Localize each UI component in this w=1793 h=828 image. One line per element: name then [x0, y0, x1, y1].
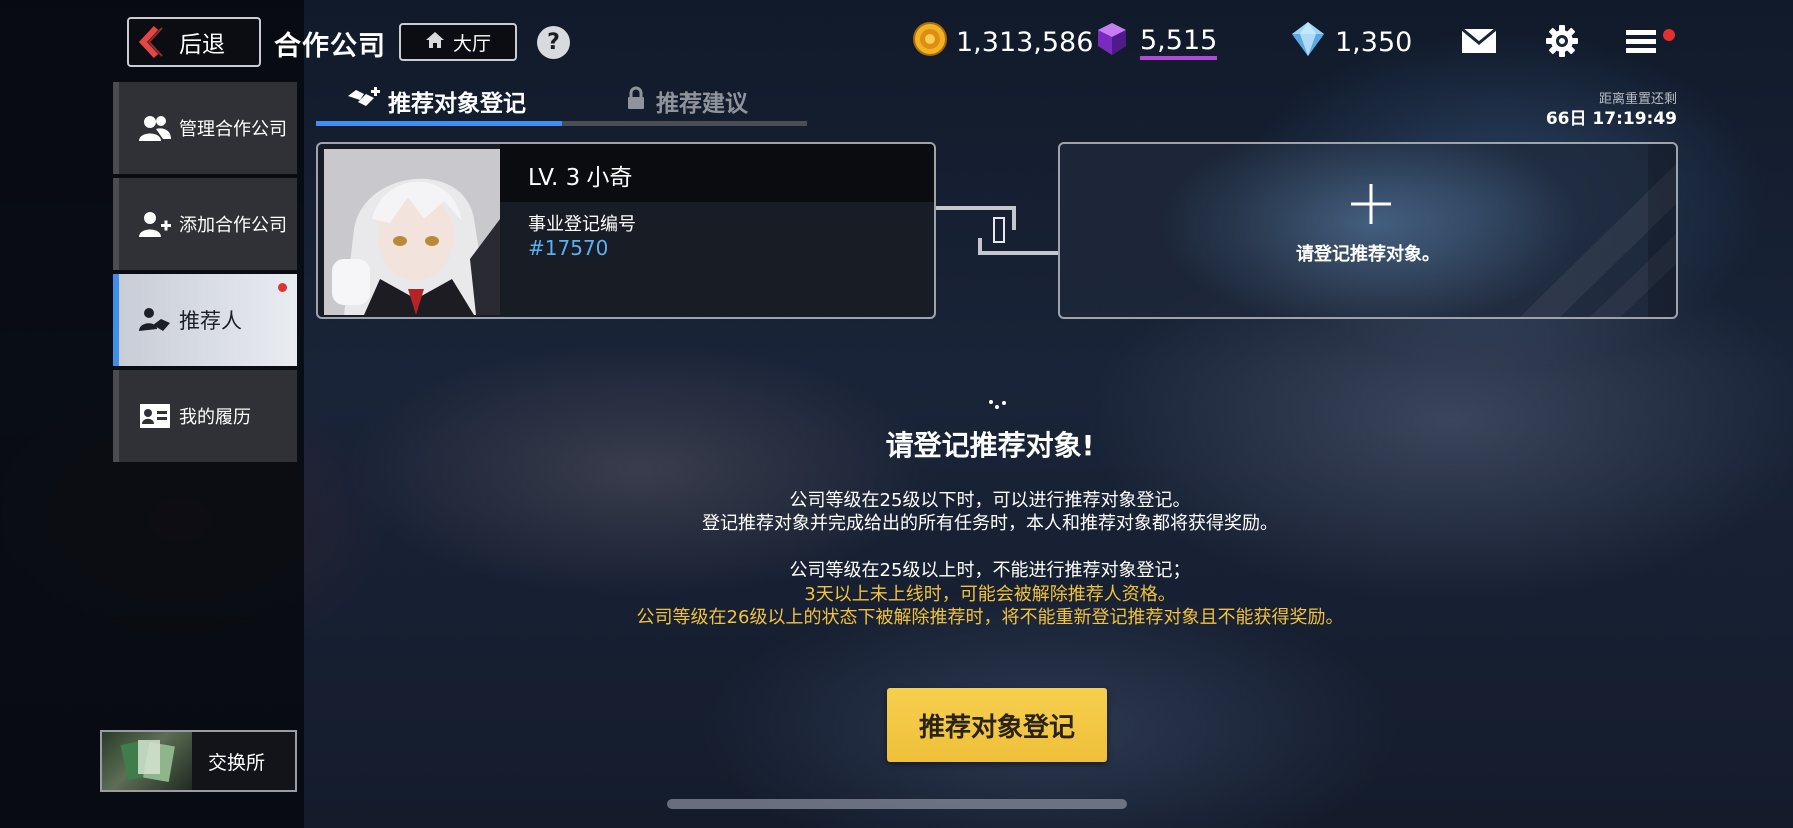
- menu-notification-dot: [1663, 29, 1675, 41]
- sidebar-item-label: 添加合作公司: [179, 215, 287, 236]
- gear-icon[interactable]: [1545, 24, 1579, 58]
- message-line-2: 登记推荐对象并完成给出的所有任务时，本人和推荐对象都将获得奖励。: [702, 513, 1278, 534]
- registration-number: #17570: [528, 236, 609, 260]
- crystal-icon: [1289, 20, 1327, 65]
- tab-label: 推荐对象登记: [388, 91, 526, 117]
- back-arrow-icon: [129, 19, 173, 65]
- referrer-notification-dot: [278, 283, 287, 292]
- gem-amount: 5,515: [1140, 25, 1218, 60]
- message-title: 请登记推荐对象!: [885, 429, 1095, 462]
- sidebar-item-label: 管理合作公司: [179, 119, 287, 140]
- referrer-profile-card: LV. 3 小奇 事业登记编号 #17570: [316, 142, 936, 319]
- register-referral-button[interactable]: 推荐对象登记: [887, 688, 1107, 762]
- exchange-button[interactable]: 交换所: [100, 730, 297, 792]
- registration-number-label: 事业登记编号: [528, 214, 636, 235]
- help-button[interactable]: ?: [537, 26, 570, 59]
- referrer-name: 小奇: [586, 165, 633, 191]
- lobby-label: 大厅: [452, 32, 491, 55]
- handshake-icon: [139, 306, 171, 334]
- lock-icon: [626, 86, 646, 116]
- dots-icon: [988, 396, 1008, 409]
- reset-countdown-time: 66日 17:19:49: [1545, 109, 1677, 129]
- sidebar-item-label: 推荐人: [179, 309, 242, 333]
- add-referral-label: 请登记推荐对象。: [1296, 244, 1440, 265]
- home-indicator-bar[interactable]: [667, 799, 1127, 809]
- gold-amount: 1,313,586: [956, 26, 1094, 58]
- lobby-button[interactable]: 大厅: [399, 23, 517, 61]
- exchange-thumbnail-icon: [102, 732, 192, 790]
- add-referral-card[interactable]: 请登记推荐对象。: [1058, 142, 1678, 319]
- gold-coin-icon: [912, 21, 948, 64]
- tab-active-indicator: [316, 121, 562, 126]
- character-portrait: [324, 149, 500, 315]
- purple-gem-icon: [1092, 20, 1132, 65]
- level-text: LV. 3: [528, 165, 581, 191]
- add-user-icon: [139, 210, 171, 238]
- card-decoration: [1520, 144, 1676, 317]
- users-icon: [139, 114, 171, 142]
- referrer-level: LV. 3 小奇: [528, 158, 632, 192]
- crystal-amount: 1,350: [1335, 26, 1413, 58]
- gem-currency[interactable]: 5,515: [1092, 20, 1218, 65]
- tab-register-referral[interactable]: 推荐对象登记: [346, 84, 526, 118]
- sidebar-item-referrer[interactable]: 推荐人: [113, 274, 297, 366]
- back-label: 后退: [179, 32, 225, 58]
- exchange-label: 交换所: [208, 751, 266, 774]
- tab-label: 推荐建议: [656, 91, 748, 117]
- crystal-currency[interactable]: 1,350: [1289, 20, 1413, 65]
- message-warning-2: 公司等级在26级以上的状态下被解除推荐时，将不能重新登记推荐对象且不能获得奖励。: [636, 607, 1344, 628]
- sidebar-item-add-partner[interactable]: 添加合作公司: [113, 178, 297, 270]
- link-connector: [936, 180, 1060, 270]
- home-icon: [425, 31, 445, 54]
- back-button[interactable]: 后退: [127, 17, 261, 67]
- menu-icon[interactable]: [1626, 28, 1660, 56]
- page-title: 合作公司: [274, 31, 386, 62]
- mail-icon[interactable]: [1461, 27, 1497, 54]
- plus-icon: [1351, 184, 1391, 224]
- tab-referral-suggestions[interactable]: 推荐建议: [626, 84, 748, 118]
- sidebar-item-manage-partners[interactable]: 管理合作公司: [113, 82, 297, 174]
- handshake-plus-icon: [346, 86, 380, 116]
- gold-currency[interactable]: 1,313,586: [912, 21, 1094, 64]
- message-line-3: 公司等级在25级以上时，不能进行推荐对象登记；: [789, 560, 1191, 581]
